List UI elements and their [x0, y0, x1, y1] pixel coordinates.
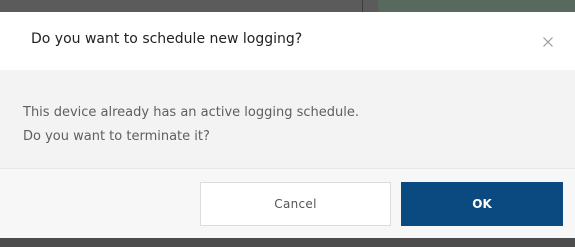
- close-button[interactable]: [538, 32, 558, 52]
- backdrop-divider: [362, 0, 363, 12]
- backdrop-bottom: [0, 238, 575, 247]
- modal-dialog: Do you want to schedule new logging? Thi…: [0, 12, 575, 238]
- cancel-button[interactable]: Cancel: [200, 182, 391, 226]
- close-icon: [542, 33, 554, 52]
- dialog-message-line: This device already has an active loggin…: [23, 105, 360, 120]
- dialog-body: This device already has an active loggin…: [0, 70, 575, 168]
- backdrop-accent: [378, 0, 575, 12]
- dialog-footer: Cancel OK: [0, 169, 575, 238]
- dialog-title: Do you want to schedule new logging?: [31, 31, 303, 47]
- ok-button[interactable]: OK: [401, 182, 563, 226]
- dialog-message-line: Do you want to terminate it?: [23, 129, 210, 144]
- dialog-header: Do you want to schedule new logging?: [0, 12, 575, 70]
